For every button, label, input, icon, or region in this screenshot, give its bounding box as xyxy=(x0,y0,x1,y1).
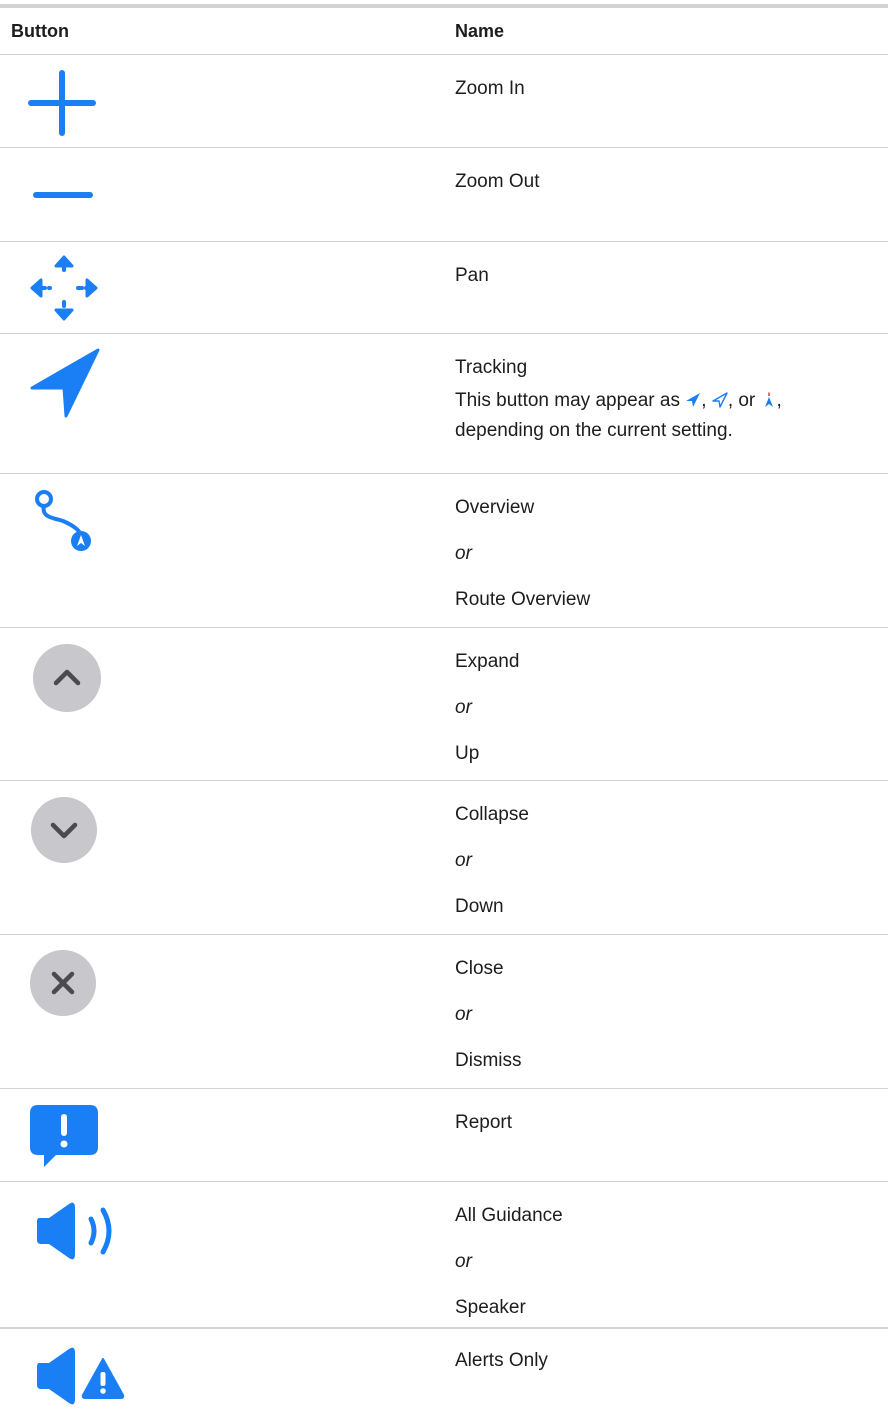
row-name: Speaker xyxy=(455,1297,526,1318)
table-row: Pan xyxy=(0,242,888,334)
row-name: All Guidance xyxy=(455,1205,563,1226)
row-name-or: or xyxy=(455,1251,472,1272)
pan-arrows-icon xyxy=(30,255,98,321)
table-row: Report xyxy=(0,1089,888,1182)
table-row: Zoom In xyxy=(0,55,888,148)
location-heading-icon xyxy=(764,392,773,407)
chevron-up-circle-icon xyxy=(33,644,101,712)
row-name: Pan xyxy=(455,265,489,286)
row-description: This button may appear as , , or , depend… xyxy=(455,390,782,441)
buttons-table: Button Name Zoom In Zoom Out Pan Trackin… xyxy=(0,4,888,1419)
row-name: Route Overview xyxy=(455,589,591,610)
location-arrow-outline-icon xyxy=(712,392,728,408)
table-row: Overview or Route Overview xyxy=(0,474,888,628)
table-row: All Guidance or Speaker xyxy=(0,1182,888,1329)
table-row: Expand or Up xyxy=(0,628,888,781)
plus-icon xyxy=(28,70,96,136)
row-name-or: or xyxy=(455,697,472,718)
row-name: Expand xyxy=(455,651,520,672)
route-overview-icon xyxy=(35,490,91,551)
row-name: Down xyxy=(455,896,504,917)
table-row: Alerts Only xyxy=(0,1329,888,1419)
row-name: Tracking xyxy=(455,357,528,378)
row-name: Dismiss xyxy=(455,1050,522,1071)
speaker-alert-icon xyxy=(37,1347,125,1405)
table-row: Zoom Out xyxy=(0,148,888,242)
header-name: Name xyxy=(455,20,505,41)
row-name: Report xyxy=(455,1112,513,1133)
minus-icon xyxy=(33,192,93,198)
table-row: Collapse or Down xyxy=(0,781,888,935)
row-name: Overview xyxy=(455,497,535,518)
chevron-down-circle-icon xyxy=(31,797,97,863)
header-button: Button xyxy=(11,20,69,41)
location-arrow-icon xyxy=(30,348,100,418)
row-name-or: or xyxy=(455,543,472,564)
row-name: Zoom In xyxy=(455,78,525,99)
table-header-row: Button Name xyxy=(0,8,888,55)
speaker-wave-icon xyxy=(37,1202,112,1260)
row-name: Alerts Only xyxy=(455,1350,548,1371)
table-row: Close or Dismiss xyxy=(0,935,888,1089)
row-name-or: or xyxy=(455,1004,472,1025)
row-name-or: or xyxy=(455,850,472,871)
location-arrow-filled-icon xyxy=(686,393,701,407)
row-name: Zoom Out xyxy=(455,171,540,192)
row-name: Collapse xyxy=(455,804,529,825)
table-row: Tracking This button may appear as , , o… xyxy=(0,334,888,474)
report-bubble-icon xyxy=(30,1105,98,1167)
row-name: Up xyxy=(455,743,480,764)
row-name: Close xyxy=(455,958,504,979)
close-circle-icon xyxy=(30,950,96,1016)
